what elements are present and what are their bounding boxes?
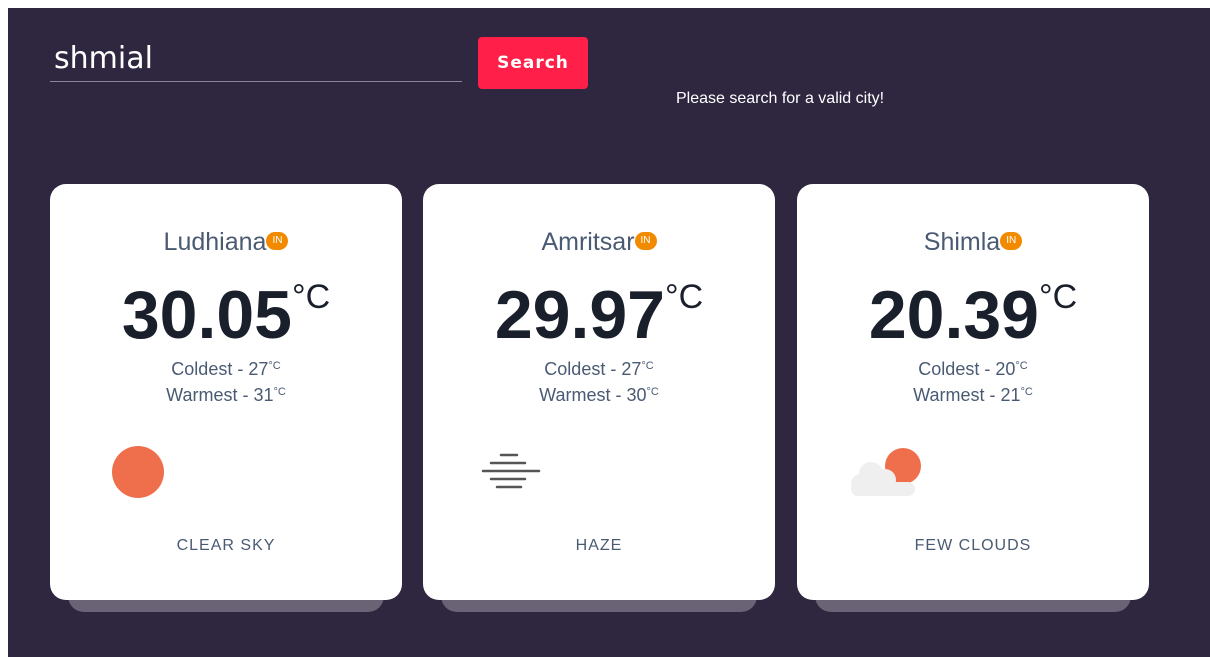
city-heading: Shimla IN bbox=[797, 228, 1149, 257]
city-search-input[interactable] bbox=[50, 36, 462, 82]
temperature: 30.05°C bbox=[50, 276, 402, 354]
card-body: Amritsar IN 29.97°C Coldest - 27°C Warmes… bbox=[423, 184, 775, 600]
sun-icon bbox=[108, 442, 168, 507]
weather-card: Ludhiana IN 30.05°C Coldest - 27°C Warmes… bbox=[50, 184, 402, 612]
haze-icon bbox=[479, 450, 543, 499]
weather-card: Shimla IN 20.39°C Coldest - 20°C Warmest … bbox=[797, 184, 1149, 612]
city-name: Amritsar bbox=[541, 228, 635, 256]
warmest-temp: Warmest - 21°C bbox=[797, 385, 1149, 406]
coldest-label: Coldest - 20 bbox=[918, 359, 1016, 379]
coldest-temp: Coldest - 20°C bbox=[797, 359, 1149, 380]
country-badge: IN bbox=[1000, 232, 1023, 250]
temperature-value: 29.97 bbox=[494, 277, 665, 353]
temperature-value: 20.39 bbox=[868, 277, 1039, 353]
warmest-label: Warmest - 30 bbox=[539, 385, 647, 405]
city-heading: Ludhiana IN bbox=[50, 228, 402, 257]
warmest-temp: Warmest - 30°C bbox=[423, 385, 775, 406]
weather-description: HAZE bbox=[575, 537, 623, 554]
temperature-unit: °C bbox=[1039, 278, 1078, 316]
coldest-unit: °C bbox=[1015, 360, 1028, 372]
warmest-unit: °C bbox=[273, 386, 286, 398]
temperature-value: 30.05 bbox=[121, 277, 292, 353]
warmest-temp: Warmest - 31°C bbox=[50, 385, 402, 406]
warmest-label: Warmest - 21 bbox=[913, 385, 1021, 405]
weather-card: Amritsar IN 29.97°C Coldest - 27°C Warmes… bbox=[423, 184, 775, 612]
temperature: 29.97°C bbox=[423, 276, 775, 354]
temperature-unit: °C bbox=[665, 278, 704, 316]
coldest-label: Coldest - 27 bbox=[171, 359, 269, 379]
coldest-unit: °C bbox=[641, 360, 654, 372]
country-badge: IN bbox=[634, 232, 657, 250]
coldest-temp: Coldest - 27°C bbox=[423, 359, 775, 380]
warmest-unit: °C bbox=[646, 386, 659, 398]
city-heading: Amritsar IN bbox=[423, 228, 775, 257]
country-badge: IN bbox=[266, 232, 289, 250]
city-name: Ludhiana bbox=[163, 228, 267, 256]
search-button[interactable]: Search bbox=[478, 37, 588, 89]
warmest-label: Warmest - 31 bbox=[166, 385, 274, 405]
few-clouds-icon bbox=[847, 446, 927, 507]
weather-app: Search Please search for a valid city! L… bbox=[8, 8, 1210, 657]
card-body: Ludhiana IN 30.05°C Coldest - 27°C Warmes… bbox=[50, 184, 402, 600]
city-name: Shimla bbox=[923, 228, 1001, 256]
card-body: Shimla IN 20.39°C Coldest - 20°C Warmest … bbox=[797, 184, 1149, 600]
coldest-unit: °C bbox=[268, 360, 281, 372]
error-message: Please search for a valid city! bbox=[676, 90, 885, 107]
coldest-temp: Coldest - 27°C bbox=[50, 359, 402, 380]
warmest-unit: °C bbox=[1020, 386, 1033, 398]
weather-description: CLEAR SKY bbox=[176, 537, 276, 554]
temperature-unit: °C bbox=[292, 278, 331, 316]
coldest-label: Coldest - 27 bbox=[544, 359, 642, 379]
weather-description: FEW CLOUDS bbox=[914, 537, 1032, 554]
temperature: 20.39°C bbox=[797, 276, 1149, 354]
